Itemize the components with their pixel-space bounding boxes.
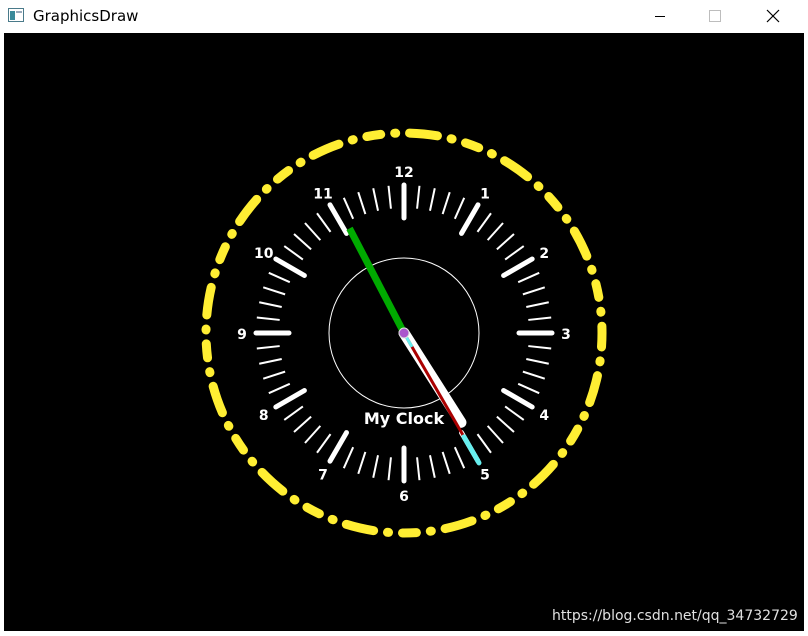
minute-tick xyxy=(486,222,504,241)
minute-tick xyxy=(316,433,332,454)
minute-tick xyxy=(387,185,392,209)
minute-tick xyxy=(259,358,282,365)
minute-tick xyxy=(453,446,466,469)
center-pin xyxy=(398,327,410,339)
minute-tick xyxy=(293,233,312,251)
clock-numeral: 2 xyxy=(539,246,549,262)
hour-tick xyxy=(273,256,307,278)
minute-tick xyxy=(429,188,436,211)
clock-numeral: 10 xyxy=(254,246,274,262)
app-window-icon xyxy=(8,8,24,22)
minute-tick xyxy=(476,433,492,454)
minute-tick xyxy=(522,370,546,380)
minute-tick xyxy=(496,415,515,433)
minute-tick xyxy=(429,455,436,478)
hour-tick xyxy=(273,388,307,410)
minute-tick xyxy=(476,212,492,233)
clock-numeral: 1 xyxy=(480,187,490,203)
minute-tick xyxy=(522,286,546,296)
minute-tick xyxy=(283,245,304,261)
minute-tick xyxy=(342,446,355,469)
minimize-button[interactable] xyxy=(637,0,683,32)
minute-tick xyxy=(528,316,552,321)
minute-tick xyxy=(504,245,525,261)
hour-tick xyxy=(327,202,349,236)
hour-tick xyxy=(459,202,481,236)
clock-numeral: 12 xyxy=(394,165,413,181)
minute-tick xyxy=(259,301,282,308)
minute-tick xyxy=(441,191,451,215)
minute-tick xyxy=(387,457,392,481)
clock-numeral: 9 xyxy=(237,327,247,343)
minute-tick xyxy=(416,457,421,481)
minute-tick xyxy=(283,405,304,421)
minute-tick xyxy=(304,425,322,444)
hour-tick xyxy=(501,256,535,278)
clock-label: My Clock xyxy=(364,409,445,428)
minute-tick xyxy=(496,233,515,251)
minute-tick xyxy=(517,382,540,395)
minute-tick xyxy=(372,188,379,211)
minute-tick xyxy=(416,185,421,209)
maximize-button[interactable] xyxy=(692,0,738,32)
minute-tick xyxy=(372,455,379,478)
minute-tick xyxy=(262,370,286,380)
minute-tick xyxy=(357,191,367,215)
maximize-icon xyxy=(709,10,721,22)
close-icon xyxy=(766,9,780,23)
minute-tick xyxy=(293,415,312,433)
app-window: GraphicsDraw 12 1 2 3 4 5 6 7 8 9 10 11 My Clock xyxy=(0,0,808,636)
minute-tick xyxy=(342,197,355,220)
drawing-canvas: 12 1 2 3 4 5 6 7 8 9 10 11 My Clock xyxy=(4,33,804,631)
minute-tick xyxy=(262,286,286,296)
hour-tick xyxy=(327,430,349,464)
clock-numeral: 5 xyxy=(480,467,490,483)
minute-tick xyxy=(268,382,291,395)
window-title: GraphicsDraw xyxy=(33,7,139,25)
minute-tick xyxy=(517,271,540,284)
hour-tick xyxy=(501,388,535,410)
minute-tick xyxy=(504,405,525,421)
watermark: https://blog.csdn.net/qq_34732729 xyxy=(552,608,798,624)
second-hand-tip xyxy=(461,434,482,466)
minute-tick xyxy=(441,451,451,475)
close-button[interactable] xyxy=(750,0,796,32)
minute-tick xyxy=(304,222,322,241)
minute-tick xyxy=(526,301,549,308)
clock-numeral: 4 xyxy=(539,408,549,424)
clock-numeral: 7 xyxy=(318,467,328,483)
minute-tick xyxy=(528,345,552,350)
clock-face: 121234567891011 My Clock xyxy=(201,128,607,538)
minute-tick xyxy=(256,345,280,350)
minute-tick xyxy=(268,271,291,284)
clock-numeral: 11 xyxy=(313,187,332,203)
minute-tick xyxy=(357,451,367,475)
minute-tick xyxy=(316,212,332,233)
minute-hand xyxy=(346,226,408,335)
minute-tick xyxy=(453,197,466,220)
title-bar[interactable]: GraphicsDraw xyxy=(4,0,804,33)
minute-tick xyxy=(526,358,549,365)
clock-numeral: 3 xyxy=(561,327,571,343)
clock-numeral: 6 xyxy=(399,489,409,505)
clock-numeral: 8 xyxy=(259,408,269,424)
minute-tick xyxy=(486,425,504,444)
minimize-icon xyxy=(655,16,665,17)
minute-tick xyxy=(256,316,280,321)
